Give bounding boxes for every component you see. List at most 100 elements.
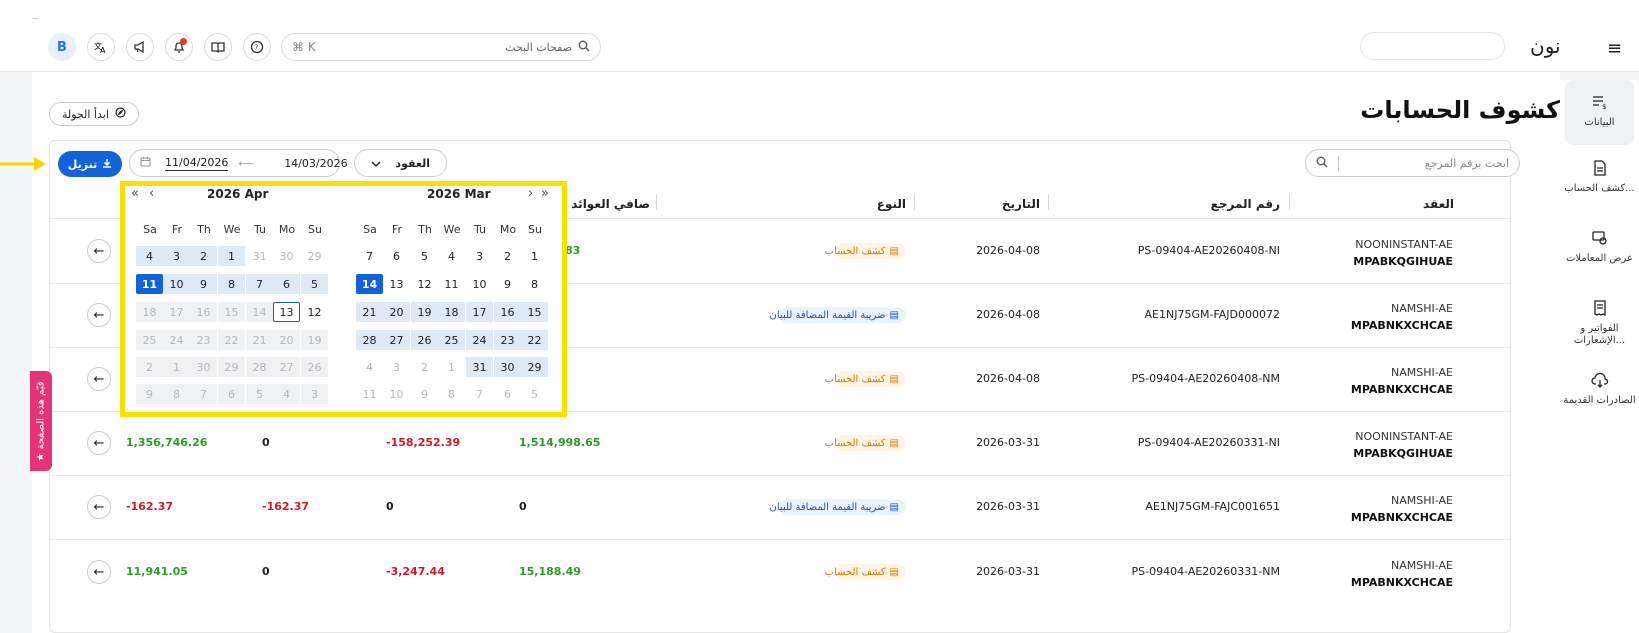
- calendar-day[interactable]: 3: [301, 384, 328, 404]
- calendar-day[interactable]: 21: [246, 330, 273, 350]
- calendar-day[interactable]: 2: [190, 246, 217, 266]
- calendar-day[interactable]: 23: [190, 330, 217, 350]
- prev-year-icon[interactable]: «: [131, 186, 139, 201]
- calendar-day[interactable]: 6: [383, 246, 410, 266]
- calendar-day[interactable]: 9: [411, 384, 438, 404]
- calendar-day[interactable]: 18: [136, 302, 163, 322]
- calendar-day[interactable]: 16: [494, 302, 521, 322]
- sidebar-item-invoices[interactable]: الفواتير و الإشعارات...: [1560, 300, 1639, 347]
- row-open-button[interactable]: ←: [87, 560, 111, 584]
- calendar-day[interactable]: 4: [356, 357, 383, 377]
- calendar-day[interactable]: 9: [136, 384, 163, 404]
- calendar-day[interactable]: 18: [438, 302, 465, 322]
- calendar-day[interactable]: 21: [356, 302, 383, 322]
- row-open-button[interactable]: ←: [87, 303, 111, 327]
- calendar-day[interactable]: 10: [383, 384, 410, 404]
- calendar-day[interactable]: 7: [466, 384, 493, 404]
- store-selector[interactable]: [1360, 32, 1505, 60]
- date-to-field[interactable]: 14/03/2026: [284, 157, 347, 170]
- global-search[interactable]: صفحات البحث ⌘ K: [281, 33, 601, 61]
- calendar-day[interactable]: 8: [438, 384, 465, 404]
- calendar-day[interactable]: 12: [411, 274, 438, 294]
- calendar-day[interactable]: 22: [521, 330, 548, 350]
- date-from-field[interactable]: 11/04/2026: [165, 156, 229, 171]
- calendar-day[interactable]: 31: [246, 246, 273, 266]
- calendar-day[interactable]: 3: [383, 357, 410, 377]
- calendar-day[interactable]: 6: [494, 384, 521, 404]
- calendar-day[interactable]: 8: [218, 274, 245, 294]
- calendar-day[interactable]: 14: [356, 274, 383, 294]
- calendar-day[interactable]: 1: [163, 357, 190, 377]
- calendar-day[interactable]: 6: [273, 274, 300, 294]
- help-icon[interactable]: ?: [243, 33, 271, 61]
- row-open-button[interactable]: ←: [87, 239, 111, 263]
- next-year-icon[interactable]: »: [541, 186, 549, 201]
- calendar-day[interactable]: 11: [438, 274, 465, 294]
- calendar-day[interactable]: 20: [383, 302, 410, 322]
- calendar-day[interactable]: 11: [136, 274, 163, 294]
- calendar-day[interactable]: 2: [136, 357, 163, 377]
- calendar-day[interactable]: 15: [521, 302, 548, 322]
- calendar-day[interactable]: 19: [411, 302, 438, 322]
- calendar-day[interactable]: 23: [494, 330, 521, 350]
- sidebar-item-statement[interactable]: كشف الحساب...: [1560, 160, 1639, 195]
- start-tour-button[interactable]: ابدأ الجولة: [49, 102, 139, 126]
- calendar-day[interactable]: 4: [273, 384, 300, 404]
- calendar-day[interactable]: 14: [246, 302, 273, 322]
- calendar-day[interactable]: 30: [190, 357, 217, 377]
- calendar-day[interactable]: 1: [218, 246, 245, 266]
- calendar-day[interactable]: 1: [521, 246, 548, 266]
- avatar[interactable]: B: [48, 33, 76, 61]
- contracts-select[interactable]: العقود: [354, 149, 447, 177]
- calendar-day[interactable]: 13: [383, 274, 410, 294]
- calendar-day[interactable]: 8: [163, 384, 190, 404]
- calendar-day[interactable]: 30: [494, 357, 521, 377]
- calendar-day[interactable]: 13: [273, 302, 300, 322]
- calendar-day[interactable]: 3: [163, 246, 190, 266]
- calendar-day[interactable]: 7: [356, 246, 383, 266]
- download-button[interactable]: تنزيل: [58, 151, 122, 177]
- calendar-day[interactable]: 9: [494, 274, 521, 294]
- sidebar-item-old-exports[interactable]: الصادرات القديمة: [1560, 372, 1639, 407]
- calendar-day[interactable]: 6: [218, 384, 245, 404]
- calendar-day[interactable]: 26: [411, 330, 438, 350]
- calendar-day[interactable]: 29: [301, 246, 328, 266]
- calendar-day[interactable]: 20: [273, 330, 300, 350]
- book-icon[interactable]: [204, 33, 232, 61]
- calendar-day[interactable]: 24: [163, 330, 190, 350]
- calendar-day[interactable]: 9: [190, 274, 217, 294]
- calendar-day[interactable]: 24: [466, 330, 493, 350]
- calendar-day[interactable]: 22: [218, 330, 245, 350]
- calendar-day[interactable]: 4: [136, 246, 163, 266]
- calendar-day[interactable]: 12: [301, 302, 328, 322]
- calendar-day[interactable]: 30: [273, 246, 300, 266]
- translate-icon[interactable]: 文A: [87, 33, 115, 61]
- calendar-day[interactable]: 26: [301, 357, 328, 377]
- calendar-day[interactable]: 25: [136, 330, 163, 350]
- calendar-day[interactable]: 3: [466, 246, 493, 266]
- calendar-day[interactable]: 25: [438, 330, 465, 350]
- calendar-day[interactable]: 5: [246, 384, 273, 404]
- calendar-day[interactable]: 8: [521, 274, 548, 294]
- rate-page-tab[interactable]: ★ قيّم هذه الصفحة: [30, 371, 52, 471]
- calendar-day[interactable]: 11: [356, 384, 383, 404]
- calendar-day[interactable]: 10: [163, 274, 190, 294]
- row-open-button[interactable]: ←: [87, 495, 111, 519]
- calendar-day[interactable]: 4: [438, 246, 465, 266]
- ref-search-input[interactable]: ابحث برقم المرجع: [1305, 149, 1520, 177]
- row-open-button[interactable]: ←: [87, 431, 111, 455]
- calendar-day[interactable]: 31: [466, 357, 493, 377]
- calendar-day[interactable]: 27: [383, 330, 410, 350]
- calendar-day[interactable]: 5: [521, 384, 548, 404]
- calendar-day[interactable]: 5: [301, 274, 328, 294]
- row-open-button[interactable]: ←: [87, 367, 111, 391]
- sidebar-item-data[interactable]: $ البيانات: [1565, 80, 1634, 145]
- calendar-day[interactable]: 28: [356, 330, 383, 350]
- date-range-picker[interactable]: 11/04/2026 ⟵ 14/03/2026: [129, 149, 348, 177]
- calendar-day[interactable]: 2: [411, 357, 438, 377]
- hamburger-menu-icon[interactable]: ≡: [1607, 38, 1622, 59]
- calendar-day[interactable]: 5: [411, 246, 438, 266]
- next-month-icon[interactable]: ›: [528, 186, 533, 201]
- sidebar-item-transactions[interactable]: عرض المعاملات: [1560, 230, 1639, 265]
- calendar-day[interactable]: 16: [190, 302, 217, 322]
